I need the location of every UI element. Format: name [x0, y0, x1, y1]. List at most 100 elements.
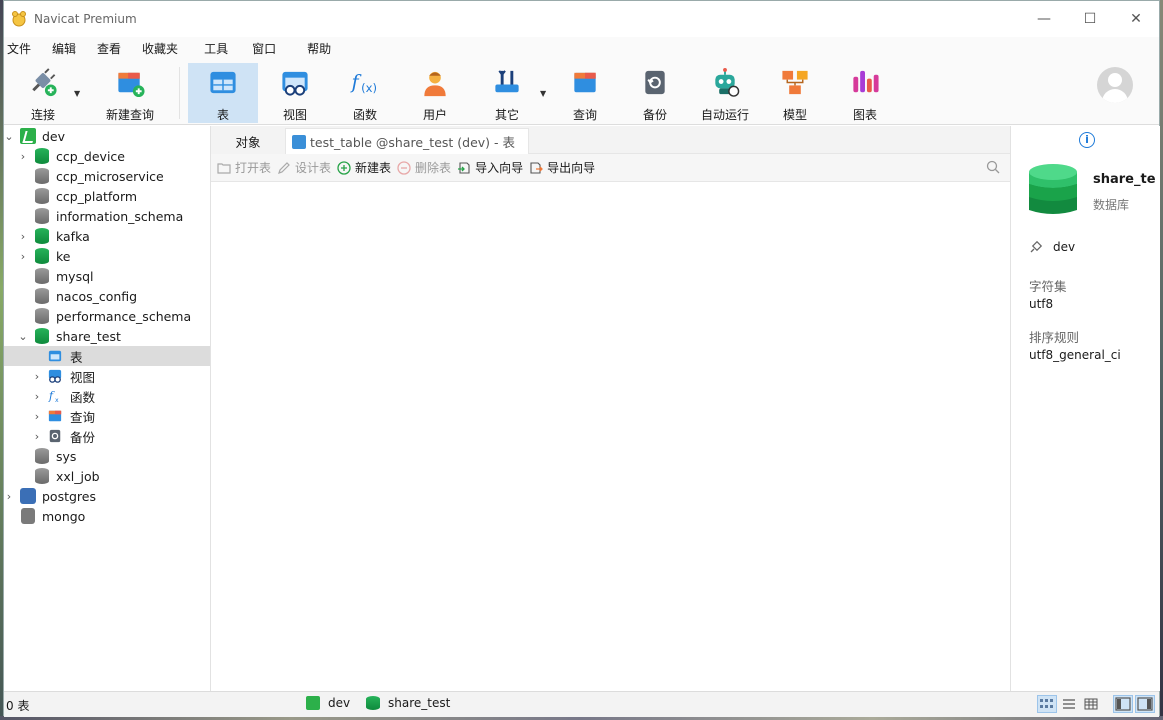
database-closed-icon	[35, 308, 49, 324]
view-icon	[282, 71, 308, 96]
svg-text:f: f	[48, 389, 55, 403]
open-table-button[interactable]: 打开表	[217, 159, 271, 176]
query-label: 查询	[572, 108, 597, 122]
query-button[interactable]: 查询	[550, 63, 620, 123]
tree-db-performance-schema[interactable]: performance_schema	[4, 306, 210, 326]
tree-node-backups[interactable]: › 备份	[4, 426, 210, 446]
search-icon[interactable]	[986, 160, 1000, 174]
new-table-button[interactable]: 新建表	[337, 159, 391, 176]
function-button[interactable]: f (x) 函数	[330, 63, 400, 123]
maximize-button[interactable]: ☐	[1067, 1, 1113, 37]
tree-label: postgres	[42, 488, 96, 504]
button-label: 新建表	[355, 161, 392, 175]
menu-window[interactable]: 窗口	[241, 40, 289, 57]
chevron-right-icon[interactable]: ›	[18, 250, 28, 263]
tree-db-information-schema[interactable]: information_schema	[4, 206, 210, 226]
tree-db-ccp-platform[interactable]: ccp_platform	[4, 186, 210, 206]
user-avatar[interactable]	[1097, 67, 1133, 103]
list-view-button[interactable]	[1059, 695, 1079, 713]
minimize-button[interactable]: —	[1021, 1, 1067, 37]
connect-dropdown-icon[interactable]: ▼	[74, 89, 80, 98]
other-button[interactable]: 其它	[472, 63, 542, 123]
database-closed-icon	[35, 188, 49, 204]
automation-button[interactable]: 自动运行	[690, 63, 760, 123]
table-button[interactable]: 表	[188, 63, 258, 123]
info-icon[interactable]: i	[1079, 132, 1095, 148]
svg-text:(x): (x)	[361, 81, 377, 95]
function-label: 函数	[352, 108, 377, 122]
chevron-right-icon[interactable]: ›	[32, 430, 42, 443]
tree-db-nacos-config[interactable]: nacos_config	[4, 286, 210, 306]
tree-label: share_test	[56, 328, 121, 344]
backup-button[interactable]: 备份	[620, 63, 690, 123]
chevron-right-icon[interactable]: ›	[32, 370, 42, 383]
tree-db-ke[interactable]: › ke	[4, 246, 210, 266]
tree-db-ccp-microservice[interactable]: ccp_microservice	[4, 166, 210, 186]
connect-button[interactable]: 连接	[12, 63, 74, 123]
new-query-button[interactable]: 新建查询	[90, 63, 170, 123]
chart-button[interactable]: 图表	[830, 63, 900, 123]
tree-node-functions[interactable]: › f x 函数	[4, 386, 210, 406]
database-closed-icon	[35, 448, 49, 464]
tree-label: mongo	[42, 508, 86, 524]
grid-view-button[interactable]	[1037, 695, 1057, 713]
tree-label: kafka	[56, 228, 90, 244]
button-label: 导入向导	[475, 161, 524, 175]
tree-node-queries[interactable]: › 查询	[4, 406, 210, 426]
view-button[interactable]: 视图	[260, 63, 330, 123]
tree-db-share-test[interactable]: ⌄ share_test	[4, 326, 210, 346]
tab-label: 对象	[235, 134, 261, 150]
collation-value: utf8_general_ci	[1029, 348, 1121, 362]
toggle-navigation-pane-button[interactable]	[1113, 695, 1133, 713]
model-icon	[782, 70, 808, 95]
tab-objects[interactable]: 对象	[211, 128, 285, 154]
database-open-icon	[35, 248, 49, 264]
other-dropdown-icon[interactable]: ▼	[540, 89, 546, 98]
tree-node-views[interactable]: › 视图	[4, 366, 210, 386]
detail-view-button[interactable]	[1081, 695, 1101, 713]
chevron-down-icon[interactable]: ⌄	[4, 130, 14, 143]
chevron-right-icon[interactable]: ›	[18, 150, 28, 163]
status-connection-label: dev	[328, 696, 351, 710]
export-wizard-button[interactable]: 导出向导	[529, 159, 595, 176]
menu-view[interactable]: 查看	[89, 40, 134, 57]
delete-table-button[interactable]: 删除表	[397, 159, 451, 176]
design-table-button[interactable]: 设计表	[277, 159, 331, 176]
tree-db-mysql[interactable]: mysql	[4, 266, 210, 286]
mysql-connection-icon	[20, 128, 36, 144]
tree-db-xxl-job[interactable]: xxl_job	[4, 466, 210, 486]
tree-label: information_schema	[56, 208, 184, 224]
chevron-right-icon[interactable]: ›	[32, 410, 42, 423]
view-buttons-spacer	[1101, 695, 1111, 713]
chevron-down-icon[interactable]: ⌄	[18, 330, 28, 343]
chart-label: 图表	[852, 108, 877, 122]
backup-label: 备份	[642, 108, 667, 122]
navigation-tree: ⌄ dev › ccp_device ccp_microservice ccp_…	[4, 126, 211, 691]
tab-test-table[interactable]: test_table @share_test (dev) - 表	[285, 128, 529, 154]
menu-file[interactable]: 文件	[4, 40, 44, 57]
tree-node-tables[interactable]: 表	[4, 346, 210, 366]
tree-db-ccp-device[interactable]: › ccp_device	[4, 146, 210, 166]
mongodb-connection-icon	[21, 508, 35, 524]
menu-edit[interactable]: 编辑	[44, 40, 89, 57]
tree-db-kafka[interactable]: › kafka	[4, 226, 210, 246]
menu-tools[interactable]: 工具	[191, 40, 241, 57]
menu-favorites[interactable]: 收藏夹	[134, 40, 191, 57]
tree-connection-dev[interactable]: ⌄ dev	[4, 126, 210, 146]
tree-db-sys[interactable]: sys	[4, 446, 210, 466]
database-closed-icon	[35, 468, 49, 484]
chevron-right-icon[interactable]: ›	[4, 490, 14, 503]
model-button[interactable]: 模型	[760, 63, 830, 123]
grid-view-icon	[1040, 699, 1053, 708]
tree-connection-mongo[interactable]: mongo	[4, 506, 210, 526]
close-button[interactable]: ✕	[1113, 1, 1159, 37]
chevron-right-icon[interactable]: ›	[32, 390, 42, 403]
import-wizard-button[interactable]: 导入向导	[457, 159, 523, 176]
tree-connection-postgres[interactable]: › postgres	[4, 486, 210, 506]
toolbar-separator	[179, 67, 180, 119]
toggle-info-pane-button[interactable]	[1135, 695, 1155, 713]
chevron-right-icon[interactable]: ›	[18, 230, 28, 243]
menu-help[interactable]: 帮助	[289, 40, 344, 57]
function-icon: f (x)	[349, 70, 377, 95]
user-button[interactable]: 用户	[400, 63, 470, 123]
